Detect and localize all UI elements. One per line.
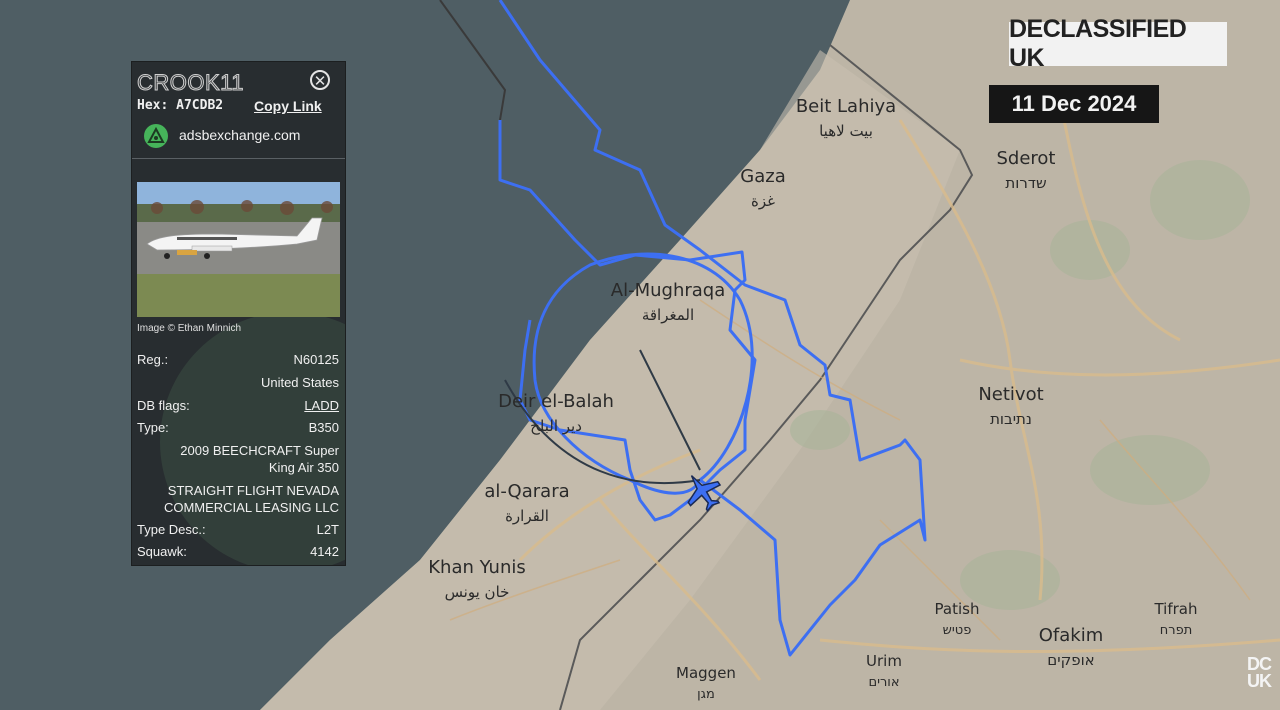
corner-logo: DC UK: [1245, 655, 1273, 691]
place-label-urim: Urim: [866, 652, 902, 670]
close-icon[interactable]: ✕: [310, 70, 330, 90]
place-label-native-sderot: שדרות: [1005, 174, 1046, 192]
place-label-maggen: Maggen: [676, 664, 736, 682]
reg-label: Reg.:: [137, 352, 169, 367]
aircraft-photo[interactable]: [137, 182, 340, 317]
place-label-native-khan-yunis: خان يونس: [445, 583, 510, 601]
place-label-beit-lahiya: Beit Lahiya: [796, 96, 896, 117]
place-label-native-al-qarara: القرارة: [505, 507, 549, 525]
operator-text: STRAIGHT FLIGHT NEVADA COMMERCIAL LEASIN…: [137, 482, 339, 516]
squawk-value: 4142: [310, 544, 339, 559]
model-line-1: 2009 BEECHCRAFT Super: [180, 443, 339, 458]
place-label-native-netivot: נתיבות: [990, 410, 1032, 428]
place-label-khan-yunis: Khan Yunis: [428, 557, 526, 578]
corner-logo-bottom: UK: [1247, 671, 1272, 691]
hex-code: Hex: A7CDB2: [137, 98, 224, 113]
source-link[interactable]: adsbexchange.com: [179, 127, 300, 143]
place-label-netivot: Netivot: [978, 384, 1043, 405]
model-line-2: King Air 350: [268, 460, 339, 475]
copy-link[interactable]: Copy Link: [254, 98, 322, 114]
place-label-native-tifrah: תפרח: [1160, 623, 1193, 638]
reg-value: N60125: [293, 352, 339, 367]
place-label-native-beit-lahiya: بيت لاهيا: [819, 122, 873, 140]
dbflags-value[interactable]: LADD: [304, 398, 339, 413]
place-label-ofakim: Ofakim: [1039, 625, 1104, 646]
place-label-native-al-mughraqa: المغراقة: [642, 306, 694, 324]
model-text: 2009 BEECHCRAFT Super King Air 350: [137, 442, 339, 476]
place-label-native-ofakim: אופקים: [1047, 651, 1094, 669]
place-label-sderot: Sderot: [996, 148, 1055, 169]
typedesc-value: L2T: [316, 522, 339, 537]
typedesc-label: Type Desc.:: [137, 522, 206, 537]
aircraft-info-panel: CROOK11 ✕ Hex: A7CDB2 Copy Link adsbexch…: [131, 61, 346, 566]
place-label-native-urim: אורים: [868, 675, 899, 690]
operator-line-1: STRAIGHT FLIGHT NEVADA: [167, 483, 339, 498]
place-label-al-qarara: al-Qarara: [484, 481, 569, 502]
country-value: United States: [260, 375, 339, 390]
date-badge: 11 Dec 2024: [989, 85, 1159, 123]
callsign-title: CROOK11: [136, 70, 245, 96]
divider: [132, 158, 345, 159]
squawk-label: Squawk:: [137, 544, 187, 559]
place-label-native-gaza: غزة: [751, 192, 775, 210]
type-value: B350: [308, 420, 339, 435]
type-label: Type:: [137, 420, 169, 435]
place-label-native-maggen: מגן: [697, 687, 715, 702]
place-label-deir-el-balah: Deir el-Balah: [498, 391, 614, 412]
dbflags-label: DB flags:: [137, 398, 190, 413]
place-label-native-patish: פטיש: [943, 623, 972, 638]
brand-banner: DECLASSIFIED UK: [1009, 15, 1227, 72]
adsb-source-icon: [144, 124, 168, 148]
place-label-al-mughraqa: Al-Mughraqa: [611, 280, 725, 301]
place-label-native-deir-el-balah: دير البلح: [530, 417, 582, 435]
place-label-gaza: Gaza: [740, 166, 785, 187]
panel-header: CROOK11 ✕ Hex: A7CDB2 Copy Link adsbexch…: [132, 62, 345, 162]
place-label-tifrah: Tifrah: [1153, 600, 1197, 618]
photo-credit: Image © Ethan Minnich: [137, 323, 242, 334]
place-label-patish: Patish: [935, 600, 980, 618]
operator-line-2: COMMERCIAL LEASING LLC: [163, 500, 339, 515]
